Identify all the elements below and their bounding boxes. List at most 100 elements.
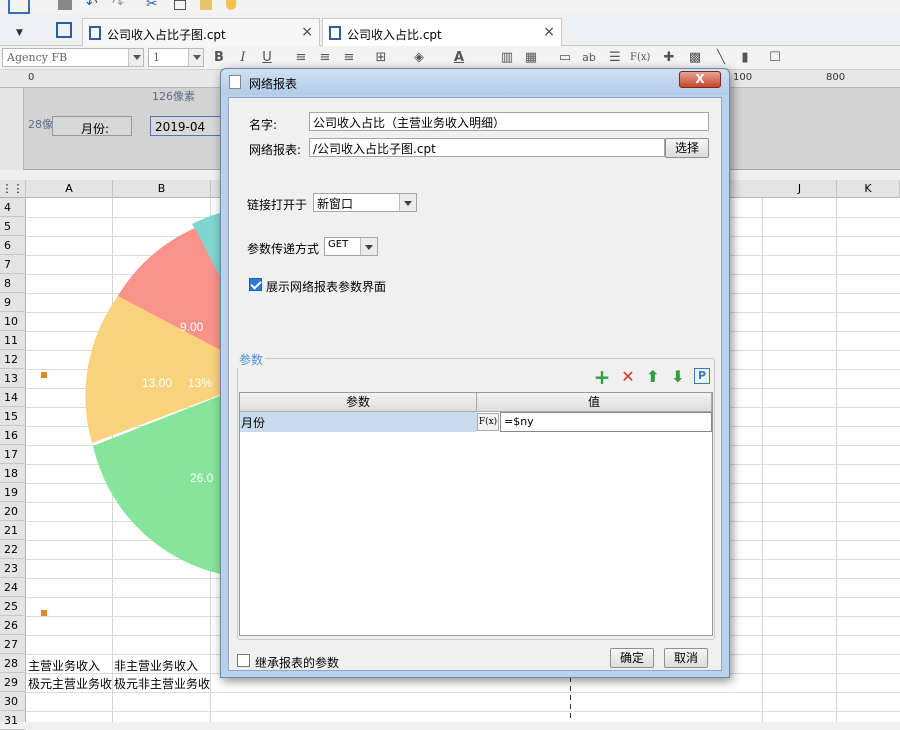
row-header-cell[interactable]: 27 <box>0 635 26 654</box>
row-header-cell[interactable]: 20 <box>0 502 26 521</box>
row-header-cell[interactable]: 10 <box>0 312 26 331</box>
paste-icon[interactable] <box>200 0 212 10</box>
row-header-cell[interactable]: 19 <box>0 483 26 502</box>
font-name-select[interactable]: Agency FB <box>2 48 144 67</box>
row-header-cell[interactable]: 11 <box>0 331 26 350</box>
row-header-cell[interactable]: 26 <box>0 616 26 635</box>
close-button[interactable]: X <box>679 71 721 88</box>
widget-icon[interactable]: ☐ <box>766 49 784 67</box>
save-icon[interactable] <box>58 0 72 10</box>
redo-icon[interactable]: ↷ <box>112 0 124 12</box>
copy-icon[interactable] <box>174 0 186 10</box>
column-header-a[interactable]: A <box>26 180 113 198</box>
row-header-cell[interactable]: 18 <box>0 464 26 483</box>
plugin-icon[interactable]: ✚ <box>660 49 678 67</box>
dropdown-arrow-icon[interactable]: ▼ <box>16 28 23 38</box>
border-icon[interactable]: ⊞ <box>372 49 390 67</box>
row-header-cell[interactable]: 22 <box>0 540 26 559</box>
format-painter-icon[interactable] <box>226 0 236 10</box>
add-icon[interactable]: + <box>593 367 611 387</box>
insert-row-icon[interactable]: ▭ <box>556 49 574 67</box>
cell-a29[interactable]: 极元主营业务收 <box>28 675 112 692</box>
row-header-cell[interactable]: 31 <box>0 711 26 730</box>
bold-button[interactable]: B <box>210 49 228 67</box>
method-select[interactable]: GET <box>324 237 378 256</box>
cancel-button[interactable]: 取消 <box>664 648 708 668</box>
row-header-cell[interactable]: 21 <box>0 521 26 540</box>
unmerge-cells-icon[interactable]: ▦ <box>522 49 540 67</box>
row-header-cell[interactable]: 9 <box>0 293 26 312</box>
name-value: 公司收入占比（主营业务收入明细） <box>313 116 506 130</box>
row-header-cell[interactable]: 15 <box>0 407 26 426</box>
search-report-icon[interactable] <box>8 0 30 14</box>
cell-b29[interactable]: 极元非主营业务收 <box>114 675 210 692</box>
align-left-icon[interactable]: ≡ <box>292 49 310 67</box>
month-input[interactable]: 2019-04 <box>150 116 224 136</box>
font-color-icon[interactable]: A <box>450 49 468 67</box>
formula-fx-button[interactable]: F(x) <box>630 49 650 67</box>
formula-fx-button[interactable]: F(x) <box>477 413 499 431</box>
fill-color-icon[interactable]: ◈ <box>410 49 428 67</box>
paragraph-icon[interactable]: ☰ <box>606 49 624 67</box>
show-params-checkbox[interactable] <box>249 278 262 291</box>
row-header-cell[interactable]: 8 <box>0 274 26 293</box>
dialog-title-bar[interactable]: 网络报表 X <box>221 69 729 95</box>
row-header-cell[interactable]: 6 <box>0 236 26 255</box>
row-header-cell[interactable]: 14 <box>0 388 26 407</box>
cell-b28[interactable]: 非主营业务收入 <box>114 657 198 674</box>
column-header-j[interactable]: J <box>763 180 837 198</box>
cut-icon[interactable]: ✂ <box>146 0 158 12</box>
tab-subchart-report[interactable]: 公司收入占比子图.cpt × <box>82 18 320 46</box>
row-header-cell[interactable]: 23 <box>0 559 26 578</box>
p-param-icon[interactable]: P <box>694 368 710 384</box>
slash-icon[interactable]: ╲ <box>712 49 730 67</box>
align-right-icon[interactable]: ≡ <box>340 49 358 67</box>
selection-handle[interactable] <box>41 610 47 616</box>
tab-close-icon[interactable]: × <box>543 24 555 40</box>
delete-icon[interactable]: ✕ <box>619 368 637 386</box>
merge-cells-icon[interactable]: ▥ <box>498 49 516 67</box>
param-name-cell[interactable]: 月份 <box>240 412 477 432</box>
row-header-cell[interactable]: 30 <box>0 692 26 711</box>
text-ab-button[interactable]: ab <box>580 49 598 67</box>
open-in-select[interactable]: 新窗口 <box>313 193 417 212</box>
row-header-cell[interactable]: 16 <box>0 426 26 445</box>
row-header-cell[interactable]: 24 <box>0 578 26 597</box>
inherit-params-checkbox[interactable] <box>237 654 250 667</box>
align-center-icon[interactable]: ≡ <box>316 49 334 67</box>
chart-icon[interactable]: ▮ <box>736 49 754 67</box>
corner-select-all[interactable]: ⋮⋮ <box>0 180 26 198</box>
row-header-cell[interactable]: 5 <box>0 217 26 236</box>
pie-chart[interactable]: 9.00 13.00 13% 26.0 <box>80 206 240 586</box>
name-input[interactable]: 公司收入占比（主营业务收入明细） <box>309 112 709 131</box>
column-header-b[interactable]: B <box>113 180 211 198</box>
choose-button[interactable]: 选择 <box>665 138 709 158</box>
column-header-k[interactable]: K <box>837 180 900 198</box>
underline-button[interactable]: U <box>258 49 276 67</box>
row-header-cell[interactable]: 17 <box>0 445 26 464</box>
tab-main-report[interactable]: 公司收入占比.cpt × <box>322 18 562 46</box>
row-header-cell[interactable]: 4 <box>0 198 26 217</box>
row-header-cell[interactable]: 29 <box>0 673 26 692</box>
row-header-cell[interactable]: 25 <box>0 597 26 616</box>
tab-close-icon[interactable]: × <box>301 24 313 40</box>
undo-icon[interactable]: ↶ <box>86 0 98 12</box>
table-row[interactable]: 月份 F(x) =$ny <box>240 412 712 432</box>
param-value-input[interactable]: =$ny <box>500 412 712 432</box>
cell-a28[interactable]: 主营业务收入 <box>28 657 100 674</box>
selection-handle[interactable] <box>41 372 47 378</box>
move-down-icon[interactable]: ⬇ <box>669 368 687 386</box>
font-size-select[interactable]: 1 <box>148 48 204 67</box>
new-report-icon[interactable] <box>56 22 72 38</box>
italic-button[interactable]: I <box>234 49 252 67</box>
row-header-cell[interactable]: 12 <box>0 350 26 369</box>
move-up-icon[interactable]: ⬆ <box>644 368 662 386</box>
pie-label: 26.0 <box>190 471 214 485</box>
row-header-cell[interactable]: 28 <box>0 654 26 673</box>
row-header-cell[interactable]: 13 <box>0 369 26 388</box>
report-path-input[interactable]: /公司收入占比子图.cpt <box>309 138 665 157</box>
image-icon[interactable]: ▩ <box>686 49 704 67</box>
month-value: 2019-04 <box>155 120 206 134</box>
ok-button[interactable]: 确定 <box>610 648 654 668</box>
row-header-cell[interactable]: 7 <box>0 255 26 274</box>
